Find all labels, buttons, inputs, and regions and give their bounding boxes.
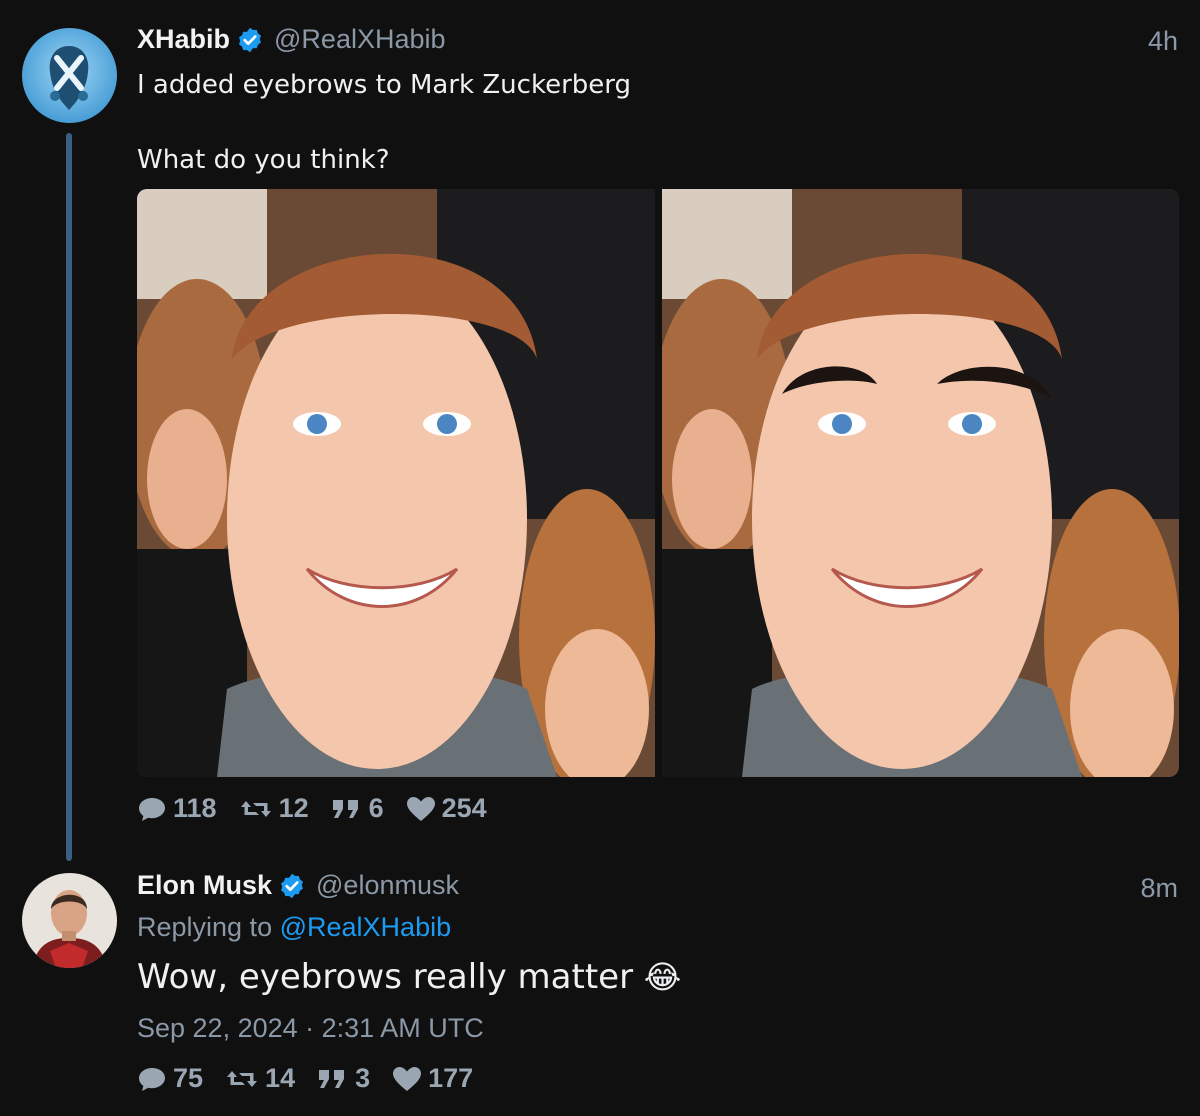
tweet-photos (137, 189, 1179, 777)
tweet2-header: Elon Musk @elonmusk (137, 870, 459, 901)
tweet-text-line1: I added eyebrows to Mark Zuckerberg (137, 70, 631, 100)
like-count[interactable]: 177 (392, 1063, 473, 1094)
photo-with-eyebrows[interactable] (661, 189, 1179, 777)
quote-icon (332, 799, 358, 818)
reply-text: Wow, eyebrows really matter (137, 957, 634, 997)
author-name[interactable]: XHabib (137, 24, 230, 55)
tweet1-stats: 118 12 6 254 (137, 793, 509, 824)
laughing-emoji-icon: 😂 (643, 958, 682, 996)
retweet-icon (240, 800, 271, 817)
retweet-count[interactable]: 14 (225, 1063, 295, 1094)
retweet-icon (227, 1070, 258, 1087)
photo-original[interactable] (137, 189, 655, 777)
reply-count[interactable]: 118 (137, 793, 217, 824)
tweet-text-line2: What do you think? (137, 145, 390, 175)
heart-icon (406, 796, 435, 821)
tweet-time[interactable]: 8m (1140, 873, 1178, 904)
speech-bubble-icon (139, 797, 165, 821)
speech-bubble-icon (139, 1067, 165, 1091)
author-handle[interactable]: @elonmusk (316, 870, 459, 901)
thread-line (66, 133, 72, 861)
tweet1-header: XHabib @RealXHabib (137, 24, 446, 55)
tweet2-stats: 75 14 3 177 (137, 1063, 495, 1094)
heart-icon (393, 1066, 422, 1091)
replying-prefix: Replying to (137, 912, 273, 942)
tweet-timestamp[interactable]: Sep 22, 2024 · 2:31 AM UTC (137, 1013, 484, 1044)
quote-icon (319, 1069, 345, 1088)
replying-to: Replying to @RealXHabib (137, 912, 451, 943)
author-name[interactable]: Elon Musk (137, 870, 272, 901)
tweet-time[interactable]: 4h (1148, 26, 1178, 57)
reply-count[interactable]: 75 (137, 1063, 203, 1094)
quote-count[interactable]: 6 (331, 793, 384, 824)
replying-mention-link[interactable]: @RealXHabib (280, 912, 452, 942)
avatar-xhabib[interactable] (22, 28, 117, 123)
quote-count[interactable]: 3 (317, 1063, 370, 1094)
reply-text-row: Wow, eyebrows really matter 😂 (137, 957, 681, 997)
verified-badge-icon (278, 872, 306, 900)
like-count[interactable]: 254 (406, 793, 487, 824)
verified-badge-icon (236, 26, 264, 54)
author-handle[interactable]: @RealXHabib (274, 24, 446, 55)
retweet-count[interactable]: 12 (239, 793, 309, 824)
avatar-elonmusk[interactable] (22, 873, 117, 968)
